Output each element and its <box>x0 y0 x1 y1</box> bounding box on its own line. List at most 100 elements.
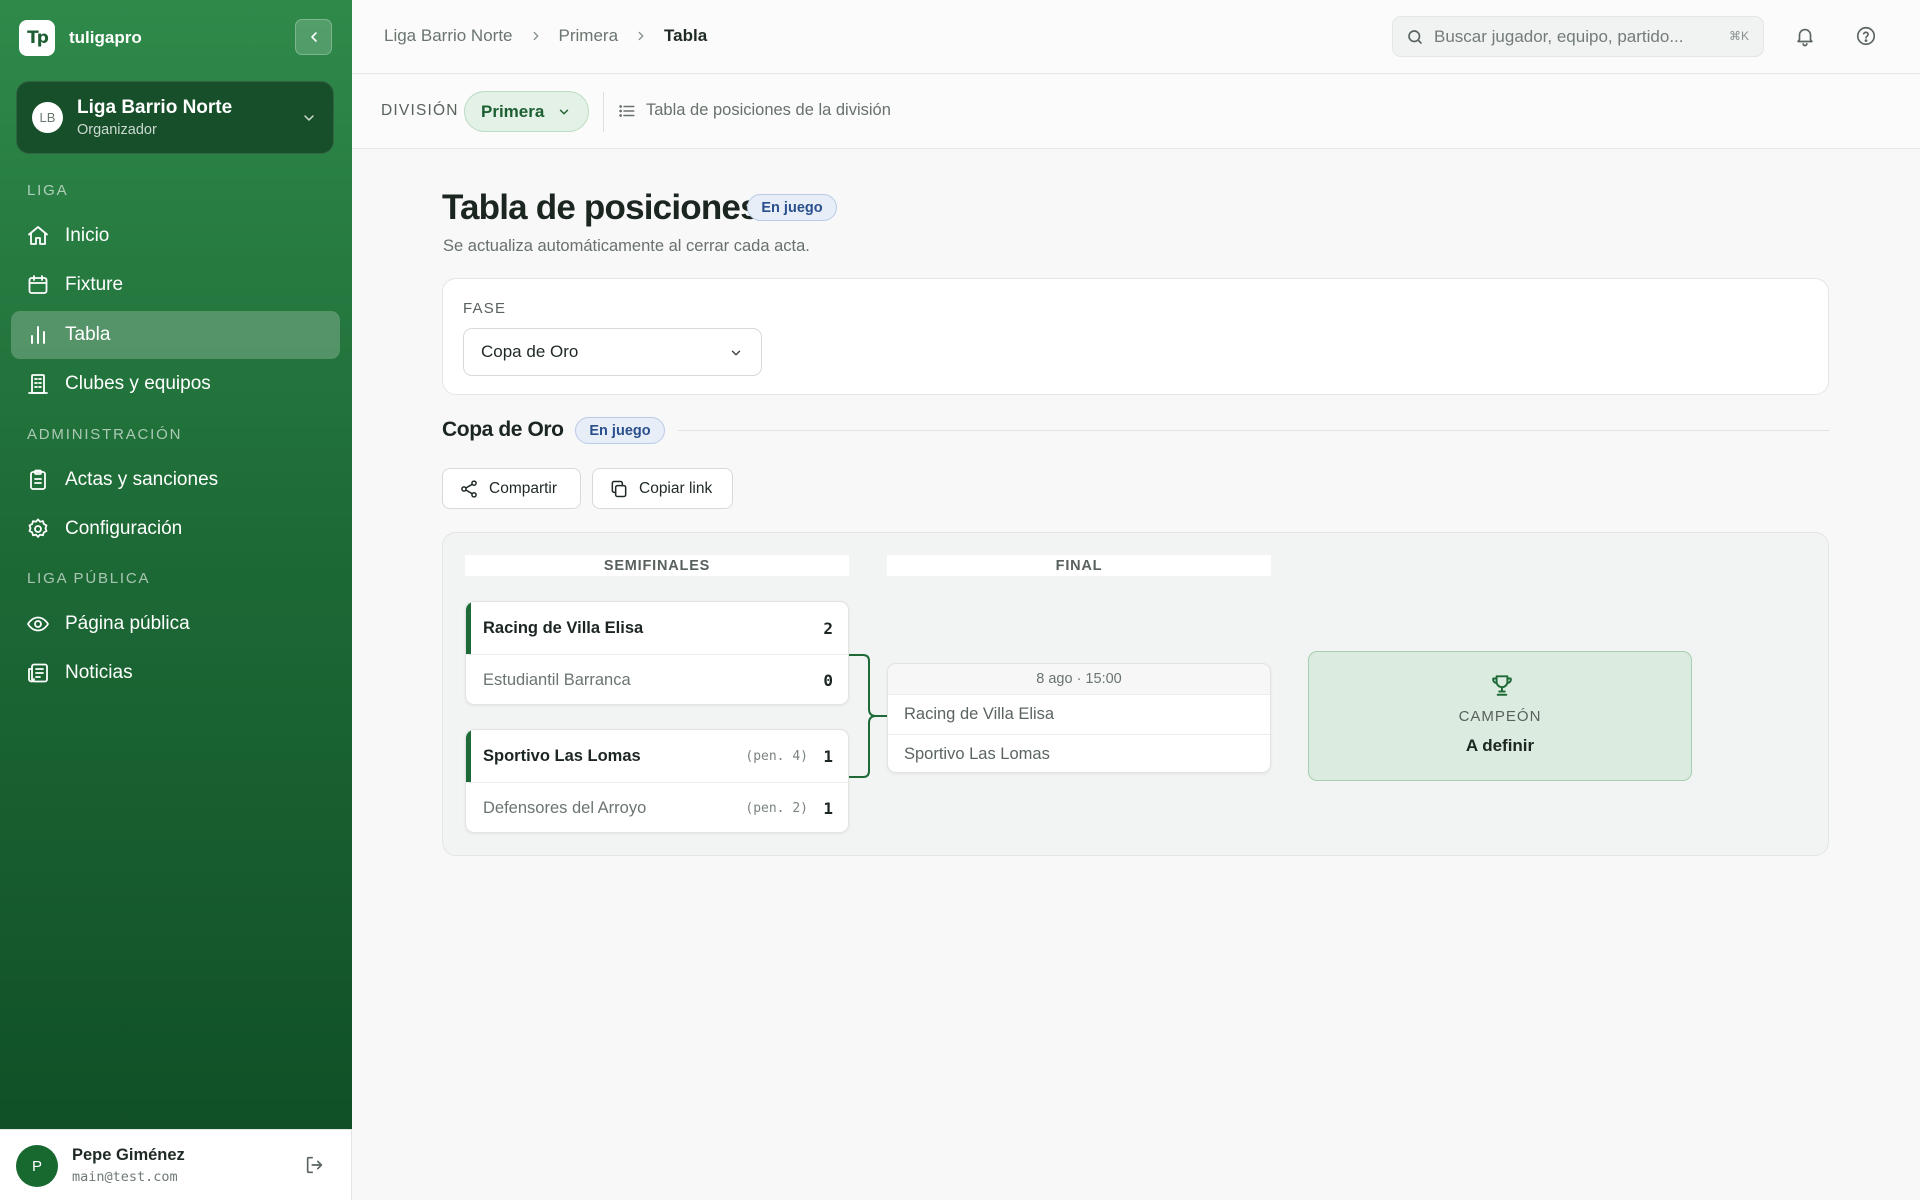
sidebar-item-label: Inicio <box>65 225 110 246</box>
sidebar-item-label: Página pública <box>65 613 190 634</box>
copy-link-label: Copiar link <box>639 479 713 497</box>
gear-icon <box>25 516 51 542</box>
status-badge: En juego <box>747 194 837 221</box>
match-team-row: Racing de Villa Elisa 2 <box>466 602 848 654</box>
org-name: Liga Barrio Norte <box>77 97 233 118</box>
logout-icon <box>306 1156 323 1174</box>
copy-icon <box>611 480 627 497</box>
division-description: Tabla de posiciones de la división <box>618 101 891 120</box>
sidebar: Tp tuligapro LB Liga Barrio Norte Organi… <box>0 0 352 1200</box>
breadcrumb-item-current: Tabla <box>664 26 708 45</box>
division-label: DIVISIÓN <box>381 102 459 119</box>
search-icon <box>1408 29 1422 44</box>
team-name: Sportivo Las Lomas <box>483 746 641 765</box>
team-name: Estudiantil Barranca <box>483 671 631 689</box>
page-subtitle: Se actualiza automáticamente al cerrar c… <box>443 237 810 255</box>
team-score: 1 <box>823 746 833 766</box>
breadcrumb: Liga Barrio Norte Primera Tabla <box>384 26 707 46</box>
team-name: Racing de Villa Elisa <box>483 618 644 637</box>
sidebar-item-inicio[interactable]: Inicio <box>11 212 340 260</box>
fase-selected: Copa de Oro <box>481 342 579 361</box>
notifications-button[interactable] <box>1792 23 1818 49</box>
final-team-home: Racing de Villa Elisa <box>888 694 1270 734</box>
match-date: 8 ago · 15:00 <box>888 664 1270 694</box>
user-name: Pepe Giménez <box>72 1146 185 1164</box>
chevron-down-icon <box>304 115 314 121</box>
phase-status-badge: En juego <box>575 417 665 444</box>
section-label-liga-publica: LIGA PÚBLICA <box>27 570 151 587</box>
sidebar-item-label: Noticias <box>65 662 133 683</box>
division-selected: Primera <box>481 101 545 121</box>
chevron-right-icon <box>529 29 543 43</box>
bracket: SEMIFINALES FINAL Racing de Villa Elisa … <box>442 532 1829 856</box>
search-box[interactable]: ⌘K <box>1392 16 1764 57</box>
match-team-row: Estudiantil Barranca 0 <box>466 654 848 704</box>
page-title: Tabla de posiciones <box>442 188 760 227</box>
division-description-text: Tabla de posiciones de la división <box>646 101 891 119</box>
help-button[interactable] <box>1853 23 1879 49</box>
divider <box>603 92 604 132</box>
bracket-connector <box>849 654 889 778</box>
share-label: Compartir <box>489 479 558 497</box>
chevron-down-icon <box>731 350 741 356</box>
final-match[interactable]: 8 ago · 15:00 Racing de Villa Elisa Spor… <box>887 663 1271 773</box>
match-team-row: Defensores del Arroyo (pen. 2) 1 <box>466 782 848 832</box>
org-switcher[interactable]: LB Liga Barrio Norte Organizador <box>16 81 334 154</box>
logout-button[interactable] <box>304 1154 326 1181</box>
fase-select[interactable]: Copa de Oro <box>463 328 762 376</box>
clipboard-icon <box>25 467 51 493</box>
breadcrumb-item-liga[interactable]: Liga Barrio Norte <box>384 26 513 46</box>
newspaper-icon <box>25 660 51 686</box>
sidebar-item-pagina-publica[interactable]: Página pública <box>11 600 340 648</box>
penalty-score: (pen. 4) <box>745 748 808 764</box>
building-icon <box>25 371 51 397</box>
org-role: Organizador <box>77 122 157 138</box>
share-icon <box>461 479 477 498</box>
calendar-icon <box>25 272 51 298</box>
user-card: P Pepe Giménez main@test.com <box>0 1129 352 1200</box>
app-name: tuligapro <box>69 28 142 47</box>
trophy-icon <box>1492 675 1512 696</box>
team-score: 1 <box>823 799 833 818</box>
sidebar-item-label: Actas y sanciones <box>65 469 219 490</box>
fase-card: FASE Copa de Oro <box>442 278 1829 395</box>
list-icon <box>619 104 635 117</box>
champion-card: CAMPEÓN A definir <box>1308 651 1692 781</box>
org-avatar: LB <box>32 102 63 133</box>
chevron-right-icon <box>634 29 648 43</box>
breadcrumb-item-division[interactable]: Primera <box>559 26 619 46</box>
sidebar-item-actas[interactable]: Actas y sanciones <box>11 456 340 504</box>
search-input[interactable] <box>1434 26 1704 47</box>
sidebar-item-tabla[interactable]: Tabla <box>11 311 340 359</box>
divider <box>678 430 1829 431</box>
sidebar-item-noticias[interactable]: Noticias <box>11 649 340 697</box>
share-button[interactable]: Compartir <box>442 468 581 509</box>
home-icon <box>25 223 51 249</box>
bell-icon <box>1797 28 1813 47</box>
final-team-away: Sportivo Las Lomas <box>888 734 1270 772</box>
semifinal-match-2[interactable]: Sportivo Las Lomas (pen. 4) 1 Defensores… <box>465 729 849 833</box>
champion-label: CAMPEÓN <box>1458 708 1542 725</box>
sidebar-item-fixture[interactable]: Fixture <box>11 261 340 309</box>
round-header-final: FINAL <box>887 555 1271 576</box>
section-label-liga: LIGA <box>27 182 69 199</box>
collapse-sidebar-button[interactable] <box>295 19 332 55</box>
chevron-down-icon <box>559 109 569 115</box>
user-email: main@test.com <box>72 1169 178 1185</box>
champion-value: A definir <box>1465 736 1535 755</box>
semifinal-match-1[interactable]: Racing de Villa Elisa 2 Estudiantil Barr… <box>465 601 849 705</box>
team-name: Defensores del Arroyo <box>483 799 647 817</box>
division-bar: DIVISIÓN Primera Tabla de posiciones de … <box>352 75 1920 149</box>
bar-chart-icon <box>25 322 51 348</box>
help-icon <box>1856 26 1876 46</box>
sidebar-item-configuracion[interactable]: Configuración <box>11 505 340 553</box>
avatar: P <box>16 1145 58 1187</box>
sidebar-item-clubes[interactable]: Clubes y equipos <box>11 360 340 408</box>
brand[interactable]: Tp tuligapro <box>19 20 142 56</box>
sidebar-item-label: Configuración <box>65 518 183 539</box>
division-select[interactable]: Primera <box>464 91 589 132</box>
copy-link-button[interactable]: Copiar link <box>592 468 733 509</box>
chevron-left-icon <box>310 32 317 42</box>
sidebar-item-label: Fixture <box>65 274 124 295</box>
round-header-semifinals: SEMIFINALES <box>465 555 849 576</box>
